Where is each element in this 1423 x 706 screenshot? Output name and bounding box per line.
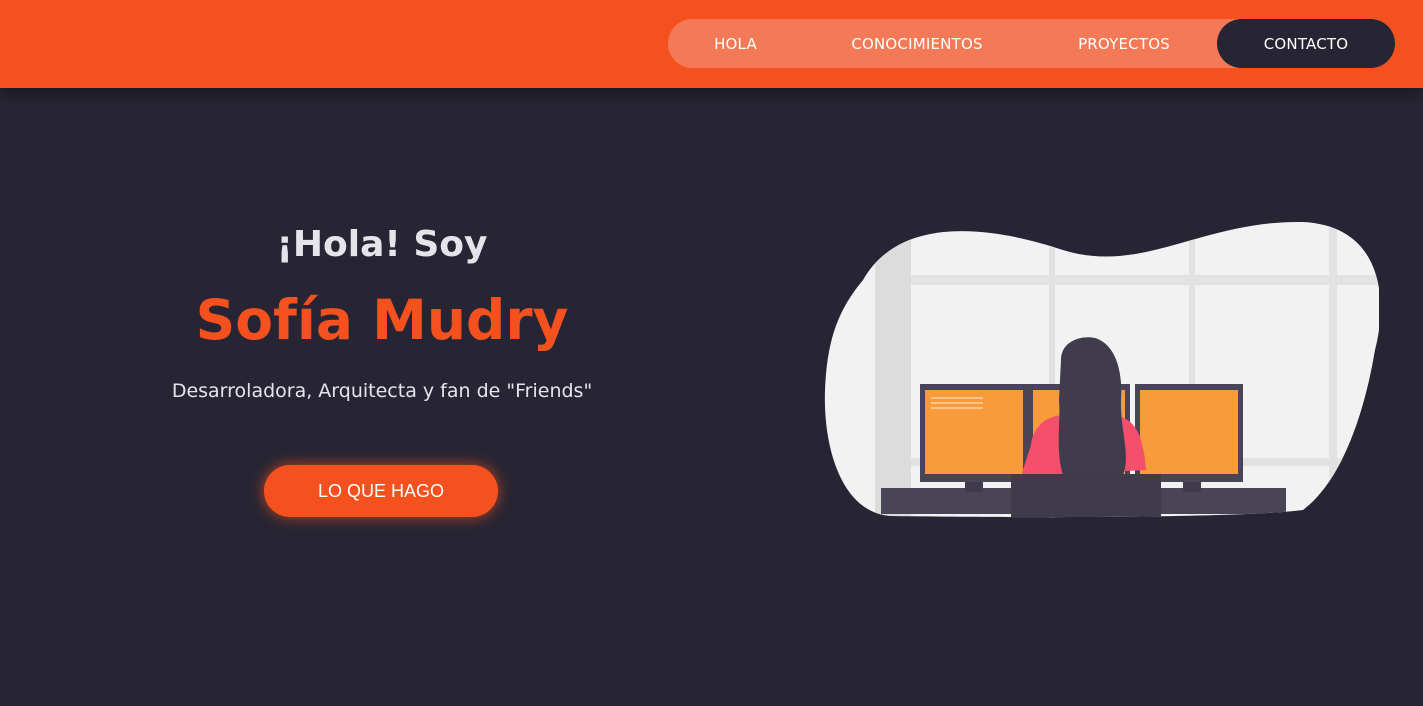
top-bar: HOLA CONOCIMIENTOS PROYECTOS CONTACTO	[0, 0, 1423, 88]
hero-greeting: ¡Hola! Soy	[276, 224, 488, 265]
main-nav: HOLA CONOCIMIENTOS PROYECTOS CONTACTO	[668, 19, 1395, 68]
nav-item-label: CONOCIMIENTOS	[851, 34, 983, 53]
nav-item-conocimientos[interactable]: CONOCIMIENTOS	[803, 19, 1031, 68]
woman-at-computers-illustration	[824, 221, 1379, 518]
nav-item-label: CONTACTO	[1263, 34, 1349, 53]
nav-item-label: PROYECTOS	[1078, 34, 1170, 53]
nav-item-hola[interactable]: HOLA	[668, 19, 803, 68]
nav-item-label: HOLA	[714, 34, 757, 53]
nav-item-proyectos[interactable]: PROYECTOS	[1031, 19, 1217, 68]
hero-tagline: Desarroladora, Arquitecta y fan de "Frie…	[171, 380, 593, 402]
lo-que-hago-button[interactable]: LO QUE HAGO	[264, 465, 498, 517]
hero-name: Sofía Mudry	[195, 288, 569, 352]
nav-item-contacto[interactable]: CONTACTO	[1217, 19, 1395, 68]
